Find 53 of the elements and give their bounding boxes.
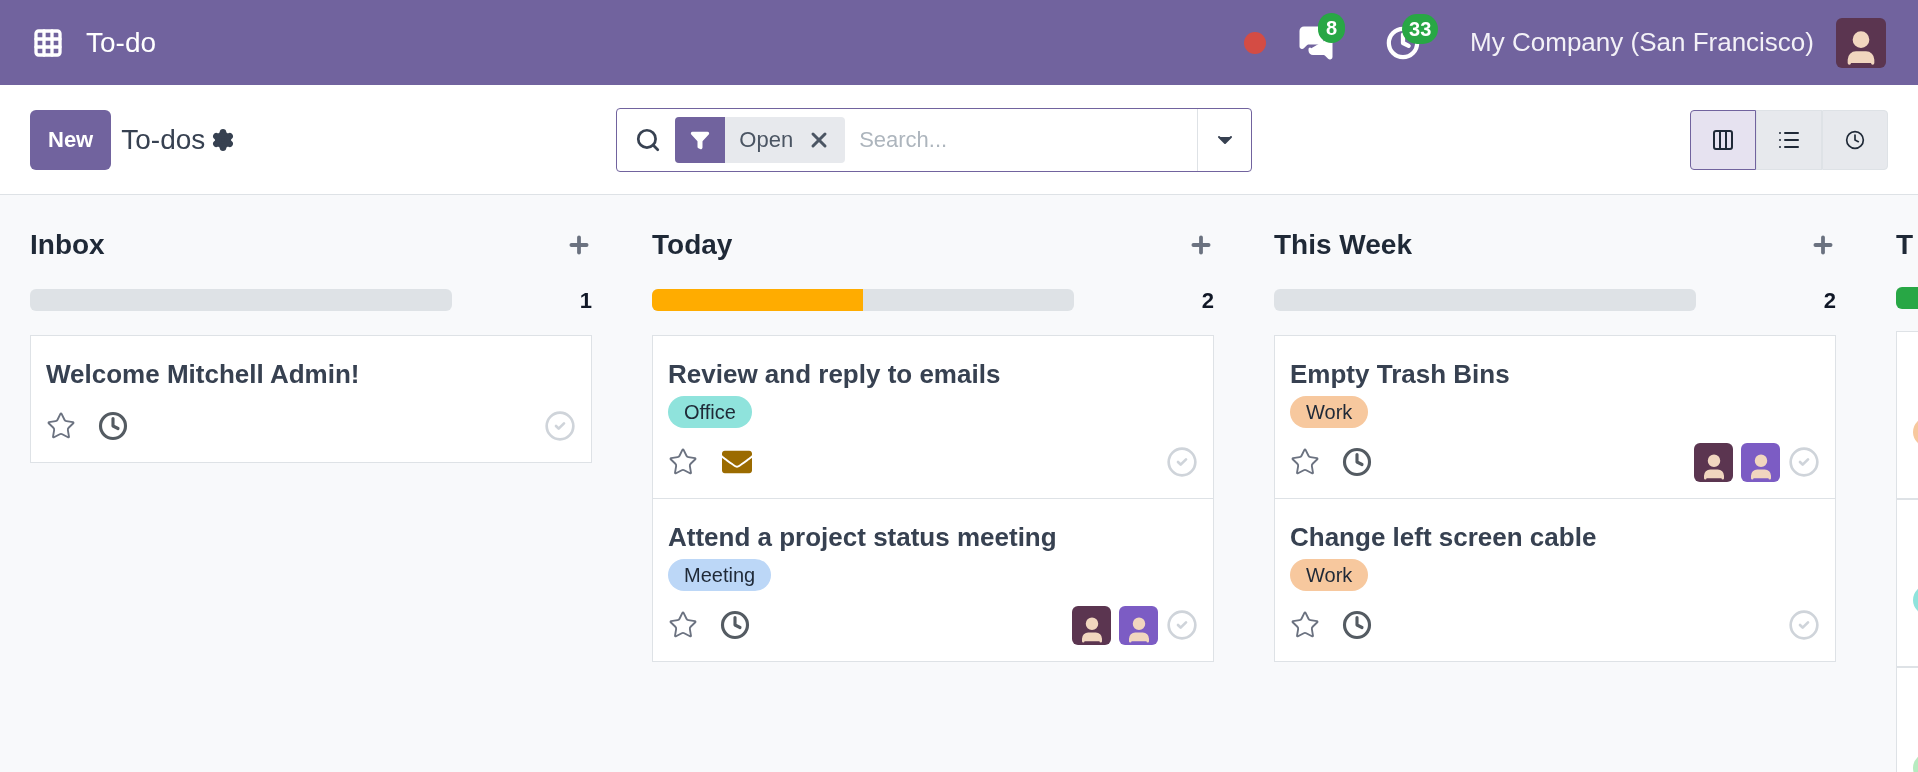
search-icon[interactable] [635, 126, 662, 153]
task-title: Change left screen cable [1290, 521, 1598, 554]
check-circle-icon[interactable] [544, 410, 576, 442]
column-title: Today [652, 228, 733, 262]
task-card[interactable]: Attend a project status meeting Meeting [652, 498, 1214, 662]
apps-menu-icon[interactable] [32, 26, 64, 59]
clock-icon[interactable] [1342, 610, 1372, 640]
column-title: T [1896, 228, 1914, 262]
star-icon[interactable] [1290, 610, 1320, 640]
task-card[interactable]: Review and reply to emails Office [652, 335, 1214, 499]
check-circle-icon[interactable] [1166, 446, 1198, 478]
clock-icon[interactable] [720, 610, 750, 640]
settings-icon[interactable] [211, 127, 236, 152]
task-card[interactable]: Welcome Mitchell Admin! [30, 335, 592, 463]
filter-facet[interactable]: Open [675, 116, 846, 163]
star-icon[interactable] [1290, 447, 1320, 477]
tag-label: Office [668, 396, 752, 428]
clock-icon [1845, 129, 1865, 150]
new-button[interactable]: New [30, 109, 112, 170]
task-title: Empty Trash Bins [1290, 358, 1511, 391]
task-title: Review and reply to emails [668, 358, 1002, 391]
facet-label: Open [739, 126, 794, 154]
message-count-badge: 8 [1318, 12, 1346, 43]
column-count: 1 [579, 286, 592, 315]
breadcrumb: To-dos [121, 122, 206, 157]
task-title: Welcome Mitchell Admin! [46, 358, 361, 391]
search-input[interactable]: Search... [859, 123, 1198, 156]
tag-label: Work [1290, 559, 1369, 591]
search-bar[interactable]: Open Search... [616, 107, 1253, 172]
star-icon[interactable] [668, 610, 698, 640]
clock-icon[interactable] [1342, 447, 1372, 477]
task-title: Attend a project status meeting [668, 521, 1058, 554]
task-card[interactable]: Change left screen cable Work [1274, 498, 1836, 662]
check-circle-icon[interactable] [1166, 609, 1198, 641]
app-title[interactable]: To-do [86, 21, 157, 64]
view-switch-button[interactable] [1690, 109, 1756, 170]
check-circle-icon[interactable] [1788, 446, 1820, 478]
column-title: This Week [1274, 228, 1412, 262]
task-card[interactable]: Empty Trash Bins Work [1274, 335, 1836, 499]
filter-icon [690, 129, 711, 150]
column-count: 2 [1823, 286, 1836, 315]
activity-count-badge: 33 [1402, 13, 1439, 44]
tag-label: Work [1290, 396, 1369, 428]
column-count: 2 [1201, 286, 1214, 315]
clock-icon[interactable] [98, 411, 128, 441]
company-name[interactable]: My Company (San Francisco) [1470, 23, 1814, 62]
star-icon[interactable] [668, 447, 698, 477]
check-circle-icon[interactable] [1788, 609, 1820, 641]
tag-label: Meeting [668, 559, 772, 591]
kanban-icon [1711, 127, 1735, 152]
user-avatar[interactable] [1836, 17, 1886, 68]
star-icon[interactable] [46, 411, 76, 441]
column-title: Inbox [30, 228, 105, 262]
